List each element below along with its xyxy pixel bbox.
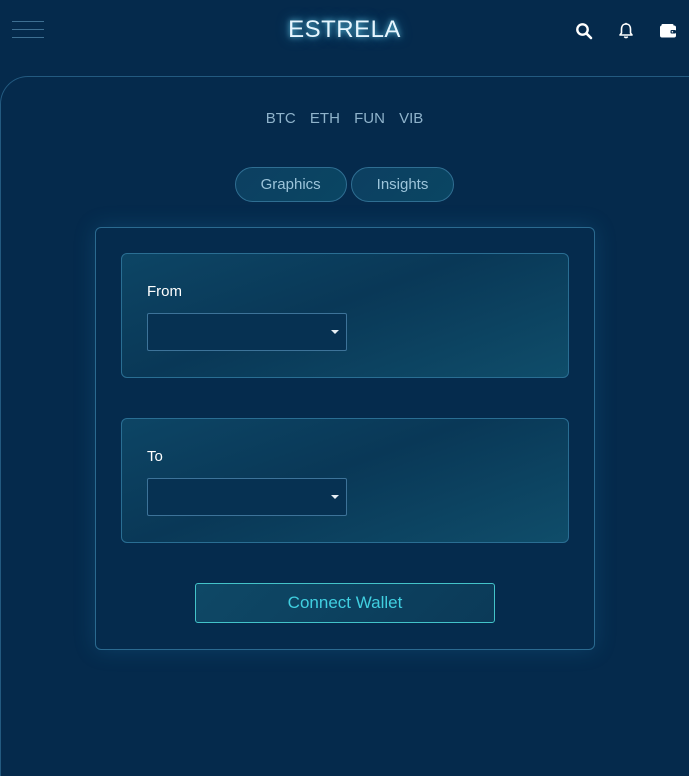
caret-down-icon xyxy=(331,330,339,334)
tab-insights[interactable]: Insights xyxy=(350,167,455,202)
top-bar: ESTRELA xyxy=(0,0,689,62)
to-section: To xyxy=(121,418,569,543)
ticker-btc[interactable]: BTC xyxy=(266,110,296,127)
tab-graphics[interactable]: Graphics xyxy=(234,167,347,202)
wallet-icon[interactable] xyxy=(659,22,677,40)
view-tabs: Graphics Insights xyxy=(0,167,689,202)
to-select[interactable] xyxy=(147,478,347,516)
ticker-fun[interactable]: FUN xyxy=(354,110,385,127)
bell-icon[interactable] xyxy=(617,22,635,40)
from-select[interactable] xyxy=(147,313,347,351)
connect-wallet-button[interactable]: Connect Wallet xyxy=(195,583,495,623)
from-section: From xyxy=(121,253,569,378)
to-label: To xyxy=(147,448,163,465)
search-icon[interactable] xyxy=(575,22,593,40)
ticker-vib[interactable]: VIB xyxy=(399,110,423,127)
caret-down-icon xyxy=(331,495,339,499)
ticker-eth[interactable]: ETH xyxy=(310,110,340,127)
ticker-list: BTC ETH FUN VIB xyxy=(0,110,689,127)
swap-card: From To Connect Wallet xyxy=(95,227,595,650)
from-label: From xyxy=(147,283,182,300)
